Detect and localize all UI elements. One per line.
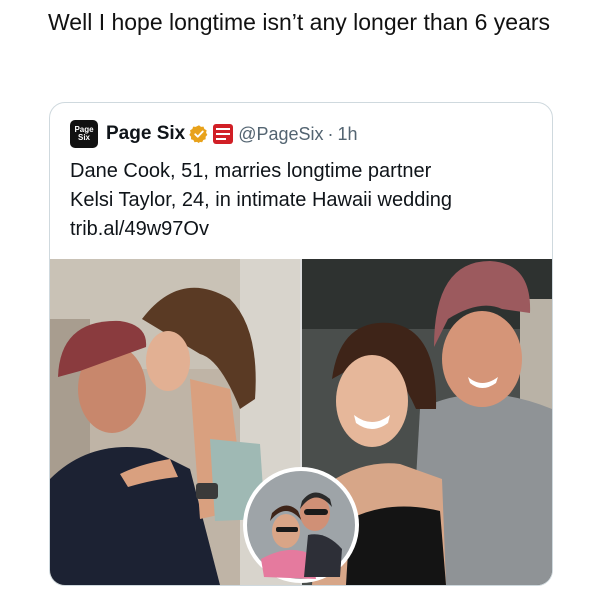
tweet-header: Page Six Page Six @PageSix · 1h [70,119,358,149]
dot-separator: · [327,123,334,144]
avatar-label-line2: Six [77,133,90,142]
account-handle[interactable]: @PageSix [238,124,323,145]
tweet-link[interactable]: trib.al/49w97Ov [70,215,540,244]
tweet-media[interactable] [50,259,552,585]
tweet-text-line2: Kelsi Taylor, 24, in intimate Hawaii wed… [70,189,453,211]
couple-inset-photo[interactable] [243,467,359,583]
page-six-avatar[interactable]: Page Six [70,120,98,148]
tweet-text: Dane Cook, 51, marries longtime partner … [70,157,540,244]
account-display-name[interactable]: Page Six [106,123,185,145]
new-york-post-logo [213,124,234,144]
quoted-tweet-card[interactable]: Page Six Page Six @PageSix · 1h Dane Coo… [49,102,553,586]
tweet-text-line1: Dane Cook, 51, marries longtime partner [70,160,432,182]
media-collage [50,259,552,585]
post-caption: Well I hope longtime isn’t any longer th… [48,9,551,35]
tweet-timestamp[interactable]: 1h [338,124,358,145]
verified-badge-icon [189,125,208,144]
